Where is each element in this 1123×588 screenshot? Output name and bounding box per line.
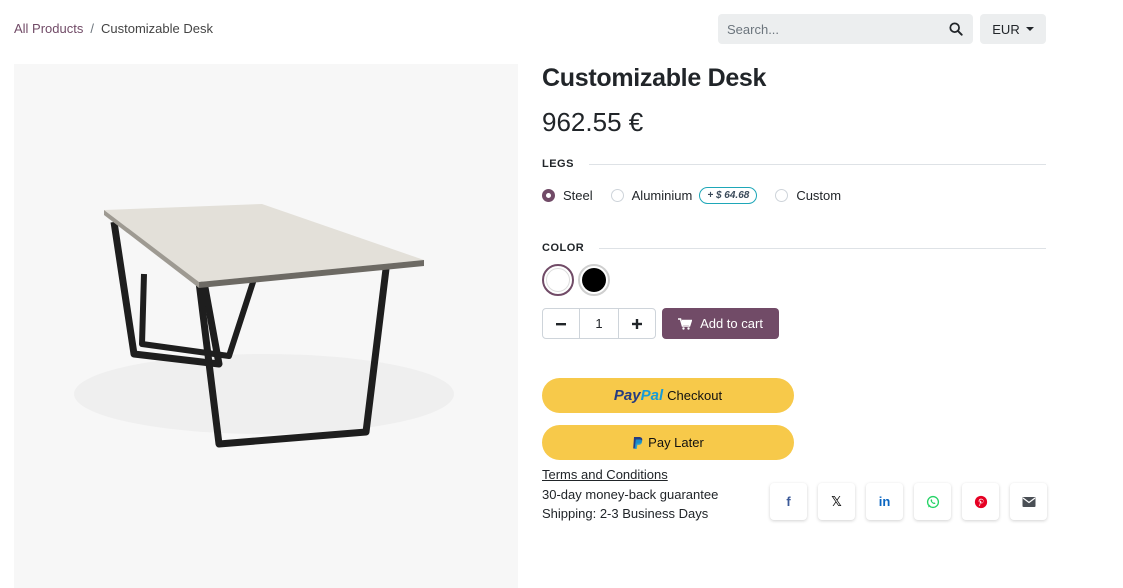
share-facebook-button[interactable]: f (770, 483, 807, 520)
quantity-stepper (542, 308, 656, 339)
search-icon[interactable] (948, 21, 964, 37)
product-price: 962.55 € (542, 107, 644, 137)
paypal-logo-pay: Pay (613, 387, 641, 404)
radio-aluminium[interactable] (610, 189, 624, 202)
search-input[interactable] (727, 21, 948, 37)
leg-option-aluminium[interactable]: Aluminium + $ 64.68 (610, 187, 758, 204)
paypal-logo-pal: Pal (640, 387, 664, 404)
shopping-cart-icon (678, 317, 693, 330)
price-extra-badge: + $ 64.68 (699, 187, 758, 204)
product-image[interactable] (14, 64, 518, 588)
product-title: Customizable Desk (542, 64, 767, 92)
facebook-icon: f (786, 494, 791, 509)
quantity-decrease-button[interactable] (542, 308, 580, 339)
color-swatch-white[interactable] (542, 264, 574, 296)
pinterest-icon (974, 495, 987, 508)
breadcrumb-separator: / (90, 21, 94, 36)
shipping-text: Shipping: 2-3 Business Days (542, 506, 709, 521)
x-twitter-icon: 𝕏 (831, 493, 842, 509)
share-whatsapp-button[interactable] (914, 483, 951, 520)
leg-option-steel-label: Steel (563, 188, 593, 203)
breadcrumb: All Products / Customizable Desk (14, 21, 213, 36)
radio-custom[interactable] (775, 189, 789, 202)
color-swatches (542, 264, 610, 296)
color-label: COLOR (542, 242, 585, 254)
search-box (718, 14, 973, 44)
leg-option-aluminium-label: Aluminium (631, 188, 693, 203)
terms-and-conditions-link[interactable]: Terms and Conditions (542, 467, 668, 482)
paypal-p-icon (633, 436, 643, 449)
legs-label: LEGS (542, 158, 574, 170)
paypal-checkout-label: Checkout (667, 388, 723, 403)
add-to-cart-label: Add to cart (700, 316, 763, 331)
legs-options: Steel Aluminium + $ 64.68 Custom (542, 187, 859, 204)
whatsapp-icon (926, 495, 939, 508)
desk-illustration (14, 64, 518, 588)
quantity-input[interactable] (580, 308, 618, 339)
guarantee-text: 30-day money-back guarantee (542, 487, 719, 502)
share-linkedin-button[interactable]: in (866, 483, 903, 520)
radio-steel[interactable] (542, 189, 555, 202)
paypal-pay-later-label: Pay Later (648, 435, 704, 450)
share-buttons: f 𝕏 in (770, 483, 1047, 520)
minus-icon (556, 322, 566, 325)
color-swatch-black[interactable] (578, 264, 610, 296)
share-email-button[interactable] (1010, 483, 1047, 520)
paypal-checkout-button[interactable]: PayPal Checkout (542, 378, 794, 413)
share-x-button[interactable]: 𝕏 (818, 483, 855, 520)
quantity-increase-button[interactable] (618, 308, 656, 339)
share-pinterest-button[interactable] (962, 483, 999, 520)
email-icon (1022, 496, 1035, 507)
legs-divider (588, 163, 1046, 165)
breadcrumb-all-products-link[interactable]: All Products (14, 21, 83, 36)
color-swatch-white-fill (546, 268, 570, 292)
breadcrumb-current: Customizable Desk (101, 21, 213, 36)
color-divider (599, 247, 1046, 249)
linkedin-icon: in (878, 494, 891, 509)
leg-option-custom-label: Custom (796, 188, 842, 203)
leg-option-steel[interactable]: Steel (542, 188, 593, 203)
leg-option-custom[interactable]: Custom (775, 188, 841, 203)
currency-dropdown[interactable]: EUR (980, 14, 1046, 44)
color-swatch-black-fill (582, 268, 606, 292)
paypal-pay-later-button[interactable]: Pay Later (542, 425, 794, 460)
add-to-cart-button[interactable]: Add to cart (662, 308, 779, 339)
currency-selected: EUR (992, 21, 1020, 37)
chevron-down-icon (1025, 27, 1034, 31)
color-section-label: COLOR (542, 242, 1046, 254)
paypal-logo: PayPal (614, 387, 663, 404)
legs-section-label: LEGS (542, 158, 1046, 170)
plus-icon (632, 318, 642, 329)
